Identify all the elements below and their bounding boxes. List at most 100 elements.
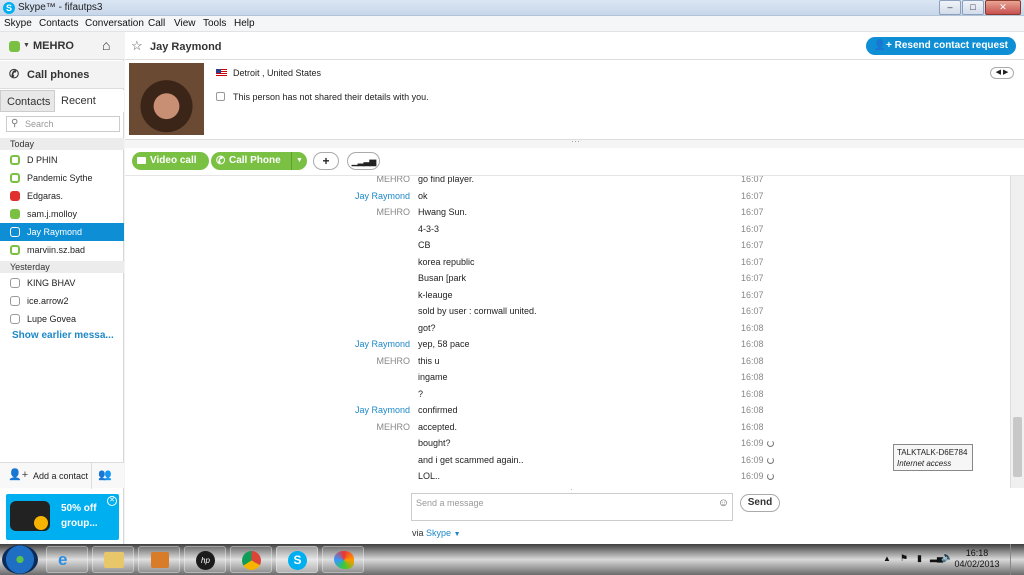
signal-bars-icon: ▁▂▃▅ bbox=[351, 156, 377, 166]
taskbar-explorer[interactable] bbox=[92, 546, 134, 573]
taskbar-media-player[interactable] bbox=[138, 546, 180, 573]
list-item[interactable]: ice.arrow2 bbox=[0, 292, 124, 310]
search-icon: ⚲ bbox=[11, 118, 19, 129]
emoticon-icon[interactable]: ☺ bbox=[718, 497, 729, 509]
show-earlier-messages-link[interactable]: Show earlier messa... bbox=[12, 330, 114, 341]
message-sender[interactable]: MEHRO bbox=[290, 419, 411, 435]
taskbar-hp[interactable]: hp bbox=[184, 546, 226, 573]
message-text: go find player. bbox=[418, 176, 475, 184]
create-group-icon[interactable]: 👥 bbox=[98, 468, 112, 481]
tray-expand-icon[interactable]: ▲ bbox=[883, 554, 891, 563]
message-time-text: 16:08 bbox=[741, 405, 764, 415]
menu-tools[interactable]: Tools bbox=[203, 18, 226, 29]
maximize-button[interactable]: □ bbox=[962, 0, 984, 15]
add-button[interactable]: + bbox=[313, 152, 339, 170]
add-contact-button[interactable]: Add a contact bbox=[33, 471, 88, 481]
message-time: 16:08 bbox=[741, 402, 764, 418]
message-time: 16:09 bbox=[741, 452, 774, 468]
taskbar-clock[interactable]: 16:18 04/02/2013 bbox=[952, 548, 1002, 570]
call-dropdown-button[interactable]: ▼ bbox=[291, 152, 307, 170]
message-placeholder: Send a message bbox=[416, 498, 484, 508]
list-item[interactable]: Edgaras. bbox=[0, 187, 124, 205]
message-time-text: 16:08 bbox=[741, 372, 764, 382]
add-contact-icon[interactable]: 👤+ bbox=[8, 468, 28, 481]
tab-contacts[interactable]: Contacts bbox=[0, 90, 55, 112]
list-item[interactable]: Pandemic Sythe bbox=[0, 169, 124, 187]
chat-scrollbar[interactable] bbox=[1010, 176, 1024, 488]
message-sender[interactable]: Jay Raymond bbox=[290, 188, 410, 204]
call-quality-button[interactable]: ▁▂▃▅ bbox=[347, 152, 380, 170]
menu-view[interactable]: View bbox=[174, 18, 196, 29]
chat-message: Jay Raymond confirmed 16:08 bbox=[125, 402, 1010, 418]
conversation-header: ☆ Jay Raymond 👤+ Resend contact request bbox=[125, 32, 1024, 60]
status-dnd-icon bbox=[10, 191, 20, 201]
taskbar-paint[interactable] bbox=[322, 546, 364, 573]
list-item[interactable]: D PHIN bbox=[0, 151, 124, 169]
add-person-icon: 👤+ bbox=[873, 40, 895, 51]
search-input[interactable]: ⚲ Search bbox=[6, 116, 120, 132]
profile-row[interactable]: ▼ MEHRO ⌂ bbox=[0, 32, 124, 60]
message-sender[interactable]: MEHRO bbox=[290, 353, 411, 369]
call-phone-label: Call Phone bbox=[229, 155, 281, 166]
contact-name: Lupe Govea bbox=[27, 314, 77, 324]
via-skype-link[interactable]: Skype bbox=[426, 528, 451, 538]
call-phone-button[interactable]: ✆ Call Phone bbox=[211, 152, 291, 170]
message-time-text: 16:08 bbox=[741, 339, 764, 349]
close-icon[interactable]: ✕ bbox=[107, 496, 117, 506]
favorite-star-icon[interactable]: ☆ bbox=[131, 38, 143, 54]
menu-contacts[interactable]: Contacts bbox=[39, 18, 78, 29]
message-time-text: 16:08 bbox=[741, 388, 764, 399]
sidebar-bottom-bar: 👤+ Add a contact 👥 bbox=[0, 462, 124, 489]
list-item[interactable]: sam.j.molloy bbox=[0, 205, 124, 223]
list-item[interactable]: marviin.sz.bad bbox=[0, 241, 124, 259]
message-text: and i get scammed again.. bbox=[418, 454, 524, 465]
avatar bbox=[129, 63, 204, 135]
show-desktop-button[interactable] bbox=[1010, 544, 1024, 575]
tab-recent[interactable]: Recent bbox=[55, 90, 124, 112]
taskbar-internet-explorer[interactable]: e bbox=[46, 546, 88, 573]
tray-flag-icon[interactable]: ⚑ bbox=[900, 553, 908, 564]
menu-conversation[interactable]: Conversation bbox=[85, 18, 144, 29]
send-button[interactable]: Send bbox=[740, 494, 780, 512]
phone-icon: ✆ bbox=[216, 155, 226, 167]
message-time: 16:08 bbox=[741, 369, 764, 385]
carousel-arrows[interactable]: ◀ ▶ bbox=[990, 67, 1014, 79]
list-item[interactable]: Lupe Govea bbox=[0, 310, 124, 328]
message-sender[interactable]: Jay Raymond bbox=[290, 402, 410, 418]
contact-name: Pandemic Sythe bbox=[27, 173, 93, 183]
message-sender[interactable]: Jay Raymond bbox=[290, 336, 410, 352]
message-time-text: 16:08 bbox=[741, 421, 764, 432]
chevron-down-icon[interactable]: ▼ bbox=[454, 531, 461, 538]
status-online-icon[interactable] bbox=[9, 41, 20, 52]
scrollbar-thumb[interactable] bbox=[1013, 417, 1022, 477]
message-input[interactable]: Send a message ☺ bbox=[411, 493, 733, 521]
start-button[interactable] bbox=[2, 545, 38, 574]
message-time-text: 16:07 bbox=[741, 190, 764, 201]
menu-help[interactable]: Help bbox=[234, 18, 255, 29]
video-call-button[interactable]: Video call bbox=[132, 152, 209, 170]
home-icon[interactable]: ⌂ bbox=[102, 37, 110, 53]
call-phones-button[interactable]: ✆ Call phones bbox=[0, 61, 124, 89]
menu-skype[interactable]: Skype bbox=[4, 18, 32, 29]
menu-call[interactable]: Call bbox=[148, 18, 165, 29]
promo-banner[interactable]: 50% off group... ✕ bbox=[6, 494, 119, 540]
contact-name: sam.j.molloy bbox=[27, 209, 78, 219]
minimize-button[interactable]: – bbox=[939, 0, 961, 15]
resend-contact-request-button[interactable]: 👤+ Resend contact request bbox=[865, 37, 1016, 55]
compose-area: · Send a message ☺ Send via Skype ▼ bbox=[125, 485, 1024, 544]
message-sender[interactable]: MEHRO bbox=[290, 204, 411, 220]
list-item[interactable]: KING BHAV bbox=[0, 274, 124, 292]
list-item-selected[interactable]: Jay Raymond bbox=[0, 223, 124, 241]
profile-name[interactable]: MEHRO bbox=[33, 40, 74, 52]
taskbar-chrome[interactable] bbox=[230, 546, 272, 573]
close-button[interactable]: ✕ bbox=[985, 0, 1021, 15]
tray-battery-icon[interactable]: ▮ bbox=[917, 553, 922, 564]
status-dropdown-icon[interactable]: ▼ bbox=[23, 42, 30, 49]
skype-logo-icon: S bbox=[3, 2, 15, 14]
via-selector[interactable]: via Skype ▼ bbox=[412, 528, 461, 538]
call-phones-label: Call phones bbox=[27, 69, 90, 81]
panel-resize-handle[interactable]: ··· bbox=[125, 136, 1024, 148]
message-text: Busan [park bbox=[418, 273, 467, 283]
taskbar-skype[interactable]: S bbox=[276, 546, 318, 573]
message-sender[interactable]: MEHRO bbox=[290, 176, 411, 187]
